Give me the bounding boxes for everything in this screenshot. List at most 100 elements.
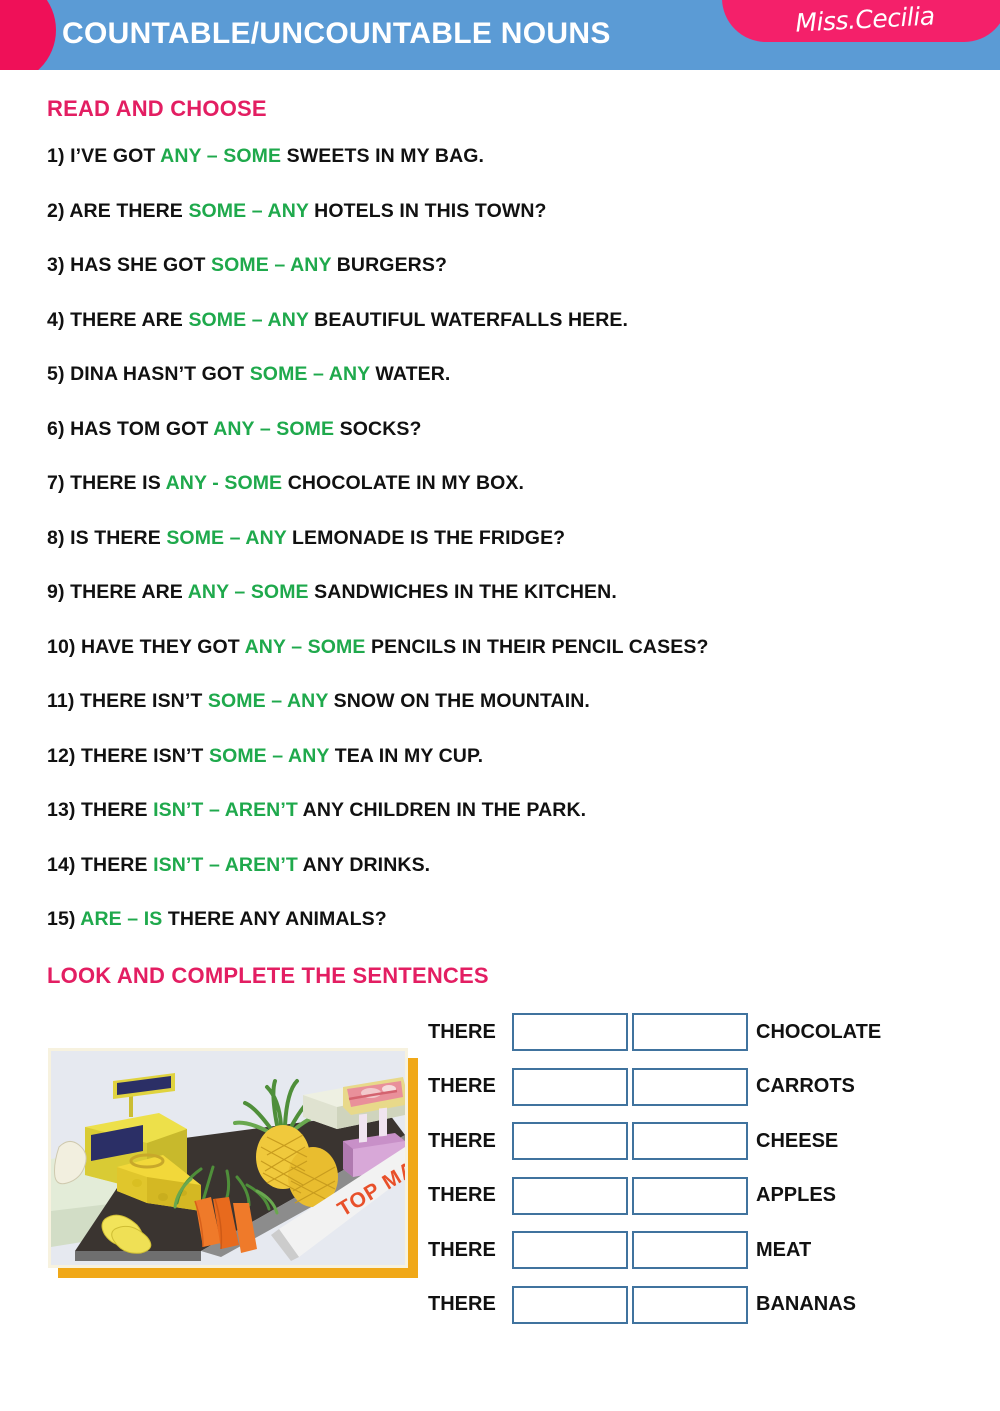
exercise-item: 7) THERE IS ANY - SOME CHOCOLATE IN MY B… [47, 472, 967, 527]
exercise-text-after: ANY DRINKS. [297, 853, 431, 876]
exercise-choice-options[interactable]: ANY - SOME [166, 472, 283, 494]
exercise-item: 3) HAS SHE GOT SOME – ANY BURGERS? [47, 254, 967, 309]
there-label: THERE [428, 1293, 496, 1316]
exercise-number: 7) [47, 472, 65, 494]
answer-input-verb[interactable] [512, 1176, 628, 1215]
answer-input-quantifier[interactable] [632, 1013, 748, 1052]
exercise-text-before: THERE ISN’T [74, 690, 208, 712]
exercise-text-before: IS THERE [64, 526, 167, 549]
exercise-text-after: BEAUTIFUL WATERFALLS HERE. [308, 308, 629, 331]
exercise-choice-options[interactable]: ANY – SOME [213, 418, 334, 440]
exercise-choice-options[interactable]: SOME – ANY [166, 527, 286, 549]
row-noun-label: CHEESE [756, 1129, 839, 1152]
exercise-number: 12) [47, 744, 76, 767]
exercise-text-before: DINA HASN’T GOT [64, 363, 250, 385]
exercise-choice-options[interactable]: SOME – ANY [188, 309, 308, 331]
author-badge: Miss.Cecilia [722, 0, 1000, 42]
exercise-choice-options[interactable]: ANY – SOME [160, 145, 281, 167]
exercise-choice-options[interactable]: ISN’T – AREN’T [153, 854, 298, 876]
answer-input-quantifier[interactable] [632, 1176, 748, 1215]
answer-input-verb[interactable] [512, 1285, 628, 1324]
exercise-text-after: SWEETS IN MY BAG. [281, 145, 485, 167]
exercise-item: 6) HAS TOM GOT ANY – SOME SOCKS? [47, 418, 967, 473]
exercise-item: 11) THERE ISN’T SOME – ANY SNOW ON THE M… [47, 690, 967, 745]
exercise-item: 8) IS THERE SOME – ANY LEMONADE IS THE F… [47, 527, 967, 582]
row-noun-label: MEAT [756, 1238, 812, 1261]
exercise-text-before: HAVE THEY GOT [75, 635, 245, 658]
answer-input-verb[interactable] [512, 1122, 628, 1161]
there-label: THERE [428, 1020, 496, 1043]
header-decor-circle [0, 0, 56, 70]
answer-input-quantifier[interactable] [632, 1231, 748, 1270]
exercise-item: 4) THERE ARE SOME – ANY BEAUTIFUL WATERF… [47, 309, 967, 364]
exercise-text-after: ANY CHILDREN IN THE PARK. [297, 799, 587, 821]
exercise-choice-options[interactable]: ANY – SOME [188, 581, 309, 603]
supermarket-checkout-picture: TOP MARK [48, 1048, 418, 1278]
exercise-text-before: THERE [75, 853, 154, 876]
exercise-choice-options[interactable]: SOME – ANY [188, 200, 308, 222]
exercise-number: 13) [47, 799, 76, 821]
exercise-choice-options[interactable]: ANY – SOME [245, 636, 366, 658]
exercise-text-after: SNOW ON THE MOUNTAIN. [328, 690, 590, 712]
exercise-text-after: LEMONADE IS THE FRIDGE? [286, 526, 566, 549]
exercise-item: 1) I’VE GOT ANY – SOME SWEETS IN MY BAG. [47, 145, 967, 200]
exercise-text-after: PENCILS IN THEIR PENCIL CASES? [365, 635, 709, 658]
exercise-number: 2) [47, 199, 65, 222]
exercise-text-before: THERE [75, 799, 154, 821]
exercise-number: 1) [47, 145, 65, 167]
there-label: THERE [428, 1075, 496, 1098]
exercise-number: 4) [47, 308, 65, 331]
exercise-number: 9) [47, 581, 65, 603]
row-noun-label: BANANAS [756, 1293, 856, 1316]
exercise-text-after: THERE ANY ANIMALS? [162, 908, 387, 930]
exercise-choice-options[interactable]: SOME – ANY [209, 745, 329, 767]
answer-input-quantifier[interactable] [632, 1122, 748, 1161]
picture-frame: TOP MARK [48, 1048, 408, 1268]
row-noun-label: CHOCOLATE [756, 1020, 882, 1043]
page-header: Miss.Cecilia COUNTABLE/UNCOUNTABLE NOUNS [0, 0, 1000, 70]
answer-input-verb[interactable] [512, 1231, 628, 1270]
exercise-text-before: HAS SHE GOT [64, 254, 212, 276]
exercise-number: 14) [47, 853, 76, 876]
section-heading-read-and-choose: READ AND CHOOSE [47, 96, 267, 121]
complete-sentences-table: THERE CHOCOLATE THERE CARROTS THERE CHEESE THE… [428, 1005, 881, 1332]
author-badge-label: Miss.Cecilia [794, 1, 936, 38]
complete-sentence-row: THERE CHOCOLATE [428, 1005, 881, 1060]
exercise-text-before: THERE ARE [64, 581, 188, 603]
complete-sentence-row: THERE CHEESE [428, 1114, 881, 1169]
complete-sentence-row: THERE MEAT [428, 1223, 881, 1278]
exercise-choice-options[interactable]: SOME – ANY [211, 254, 331, 276]
exercise-choice-options[interactable]: SOME – ANY [208, 690, 328, 712]
answer-input-quantifier[interactable] [632, 1285, 748, 1324]
exercise-item: 2) ARE THERE SOME – ANY HOTELS IN THIS T… [47, 200, 967, 255]
there-label: THERE [428, 1184, 496, 1207]
answer-input-quantifier[interactable] [632, 1067, 748, 1106]
exercise-text-after: CHOCOLATE IN MY BOX. [282, 472, 525, 494]
complete-sentence-row: THERE APPLES [428, 1169, 881, 1224]
row-noun-label: APPLES [756, 1184, 837, 1207]
exercise-choice-options[interactable]: ARE – IS [80, 908, 162, 930]
exercise-choice-options[interactable]: ISN’T – AREN’T [153, 799, 298, 821]
exercise-text-after: TEA IN MY CUP. [329, 744, 484, 767]
complete-sentence-row: THERE BANANAS [428, 1278, 881, 1333]
supermarket-checkout-illustration: TOP MARK [51, 1051, 405, 1265]
answer-input-verb[interactable] [512, 1067, 628, 1106]
exercise-item: 5) DINA HASN’T GOT SOME – ANY WATER. [47, 363, 967, 418]
exercise-text-before: ARE THERE [64, 199, 189, 222]
exercise-number: 8) [47, 526, 65, 549]
exercise-text-after: WATER. [369, 363, 451, 385]
exercise-text-before: THERE ARE [64, 308, 189, 331]
complete-sentence-row: THERE CARROTS [428, 1060, 881, 1115]
page-title: COUNTABLE/UNCOUNTABLE NOUNS [62, 17, 611, 50]
answer-input-verb[interactable] [512, 1013, 628, 1052]
exercise-item: 10) HAVE THEY GOT ANY – SOME PENCILS IN … [47, 636, 967, 691]
exercise-choice-options[interactable]: SOME – ANY [250, 363, 370, 385]
exercise-text-after: HOTELS IN THIS TOWN? [308, 199, 547, 222]
exercise-item: 13) THERE ISN’T – AREN’T ANY CHILDREN IN… [47, 799, 967, 854]
section-heading-look-and-complete: LOOK AND COMPLETE THE SENTENCES [47, 963, 489, 988]
exercise-number: 3) [47, 254, 65, 276]
exercise-number: 6) [47, 417, 65, 440]
exercise-text-after: SANDWICHES IN THE KITCHEN. [308, 581, 617, 603]
exercise-text-before: THERE ISN’T [75, 744, 209, 767]
exercise-number: 15) [47, 908, 76, 930]
